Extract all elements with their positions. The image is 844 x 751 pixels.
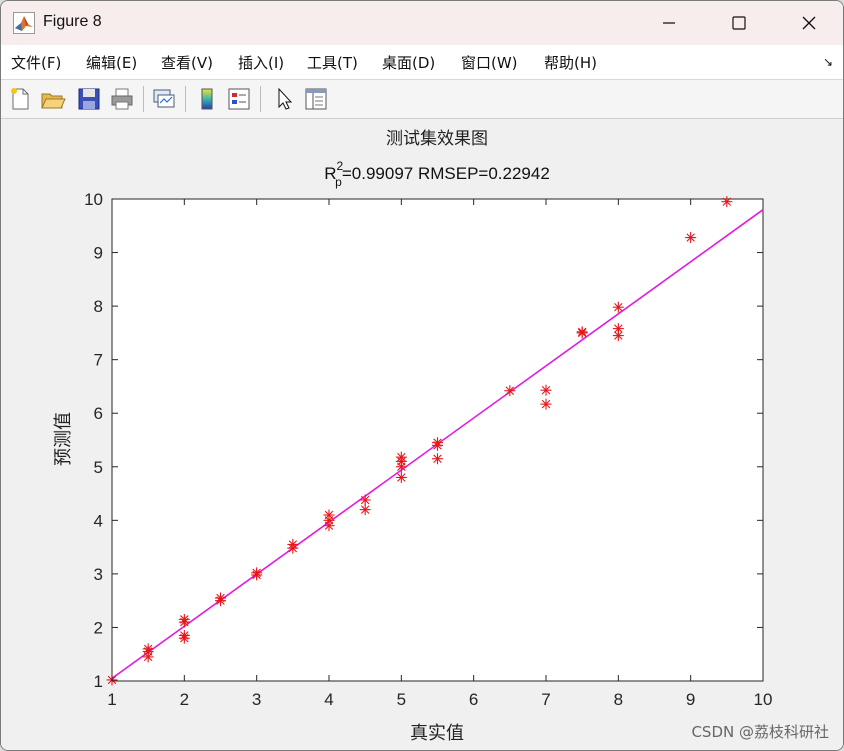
matlab-logo-icon — [13, 12, 35, 34]
x-tick-label: 5 — [397, 690, 406, 709]
pointer-icon[interactable] — [271, 86, 297, 112]
menu-insert[interactable]: 插入(I) — [238, 52, 284, 73]
close-button[interactable] — [774, 1, 843, 45]
tool-bar — [1, 80, 843, 119]
figure-window: Figure 8 文件(F) 编辑(E) 查看(V) 插入(I) 工具(T) 桌… — [0, 0, 844, 751]
data-point — [323, 509, 335, 521]
y-tick-label: 7 — [94, 351, 103, 370]
x-tick-label: 2 — [180, 690, 189, 709]
maximize-button[interactable] — [704, 1, 774, 45]
legend-icon[interactable] — [226, 86, 252, 112]
property-editor-icon[interactable] — [303, 86, 329, 112]
x-tick-label: 7 — [541, 690, 550, 709]
menu-file[interactable]: 文件(F) — [11, 52, 61, 73]
y-tick-label: 5 — [94, 458, 103, 477]
open-file-icon[interactable] — [40, 86, 66, 112]
print-icon[interactable] — [109, 86, 135, 112]
window-title: Figure 8 — [43, 13, 102, 30]
title-bar[interactable]: Figure 8 — [1, 1, 843, 45]
data-point — [215, 592, 226, 604]
x-axis-label: 真实值 — [410, 723, 464, 744]
maximize-icon — [732, 16, 746, 30]
y-tick-label: 8 — [94, 297, 103, 316]
watermark-text: CSDN @荔枝科研社 — [691, 723, 829, 741]
toolbar-separator — [260, 86, 261, 112]
colorbar-icon[interactable] — [194, 86, 220, 112]
data-point — [540, 384, 552, 396]
y-tick-label: 2 — [94, 618, 103, 637]
close-icon — [802, 16, 816, 30]
menu-bar: 文件(F) 编辑(E) 查看(V) 插入(I) 工具(T) 桌面(D) 窗口(W… — [1, 45, 843, 80]
x-tick-label: 10 — [754, 690, 773, 709]
x-tick-label: 9 — [686, 690, 695, 709]
y-tick-label: 9 — [94, 244, 103, 263]
subtitle-rest: =0.99097 RMSEP=0.22942 — [342, 164, 550, 183]
x-tick-label: 3 — [252, 690, 261, 709]
toolbar-separator — [185, 86, 186, 112]
toolbar-separator — [143, 86, 144, 112]
menu-view[interactable]: 查看(V) — [161, 52, 213, 73]
x-tick-label: 8 — [614, 690, 623, 709]
menu-help[interactable]: 帮助(H) — [544, 52, 597, 73]
menu-desktop[interactable]: 桌面(D) — [382, 52, 435, 73]
data-point — [504, 385, 516, 397]
data-point — [251, 567, 263, 579]
new-figure-icon[interactable] — [7, 86, 33, 112]
link-plot-icon[interactable] — [151, 86, 177, 112]
y-tick-label: 6 — [94, 404, 103, 423]
x-tick-label: 6 — [469, 690, 478, 709]
x-tick-label: 1 — [107, 690, 116, 709]
save-icon[interactable] — [76, 86, 102, 112]
menu-window[interactable]: 窗口(W) — [461, 52, 518, 73]
minimize-icon — [663, 22, 675, 24]
y-tick-label: 4 — [94, 511, 103, 530]
y-tick-label: 1 — [94, 672, 103, 691]
figure-canvas: 测试集效果图 R2 p=0.99097 RMSEP=0.22942 1 2 3 4 5 6 7… — [1, 119, 843, 750]
scatter-plot: 测试集效果图 R2 p=0.99097 RMSEP=0.22942 1 2 3 4 5 6 7… — [53, 129, 773, 744]
menu-tools[interactable]: 工具(T) — [307, 52, 358, 73]
y-axis-label: 预测值 — [53, 412, 74, 466]
menu-dock-arrow-icon[interactable]: ↘ — [823, 55, 833, 69]
minimize-button[interactable] — [634, 1, 704, 45]
y-tick-label: 10 — [84, 190, 103, 209]
menu-edit[interactable]: 编辑(E) — [86, 52, 137, 73]
chart-title: 测试集效果图 — [386, 129, 488, 149]
y-tick-label: 3 — [94, 565, 103, 584]
x-tick-label: 4 — [324, 690, 333, 709]
data-point — [432, 453, 443, 465]
chart-subtitle: R2 p=0.99097 RMSEP=0.22942 — [324, 159, 550, 189]
